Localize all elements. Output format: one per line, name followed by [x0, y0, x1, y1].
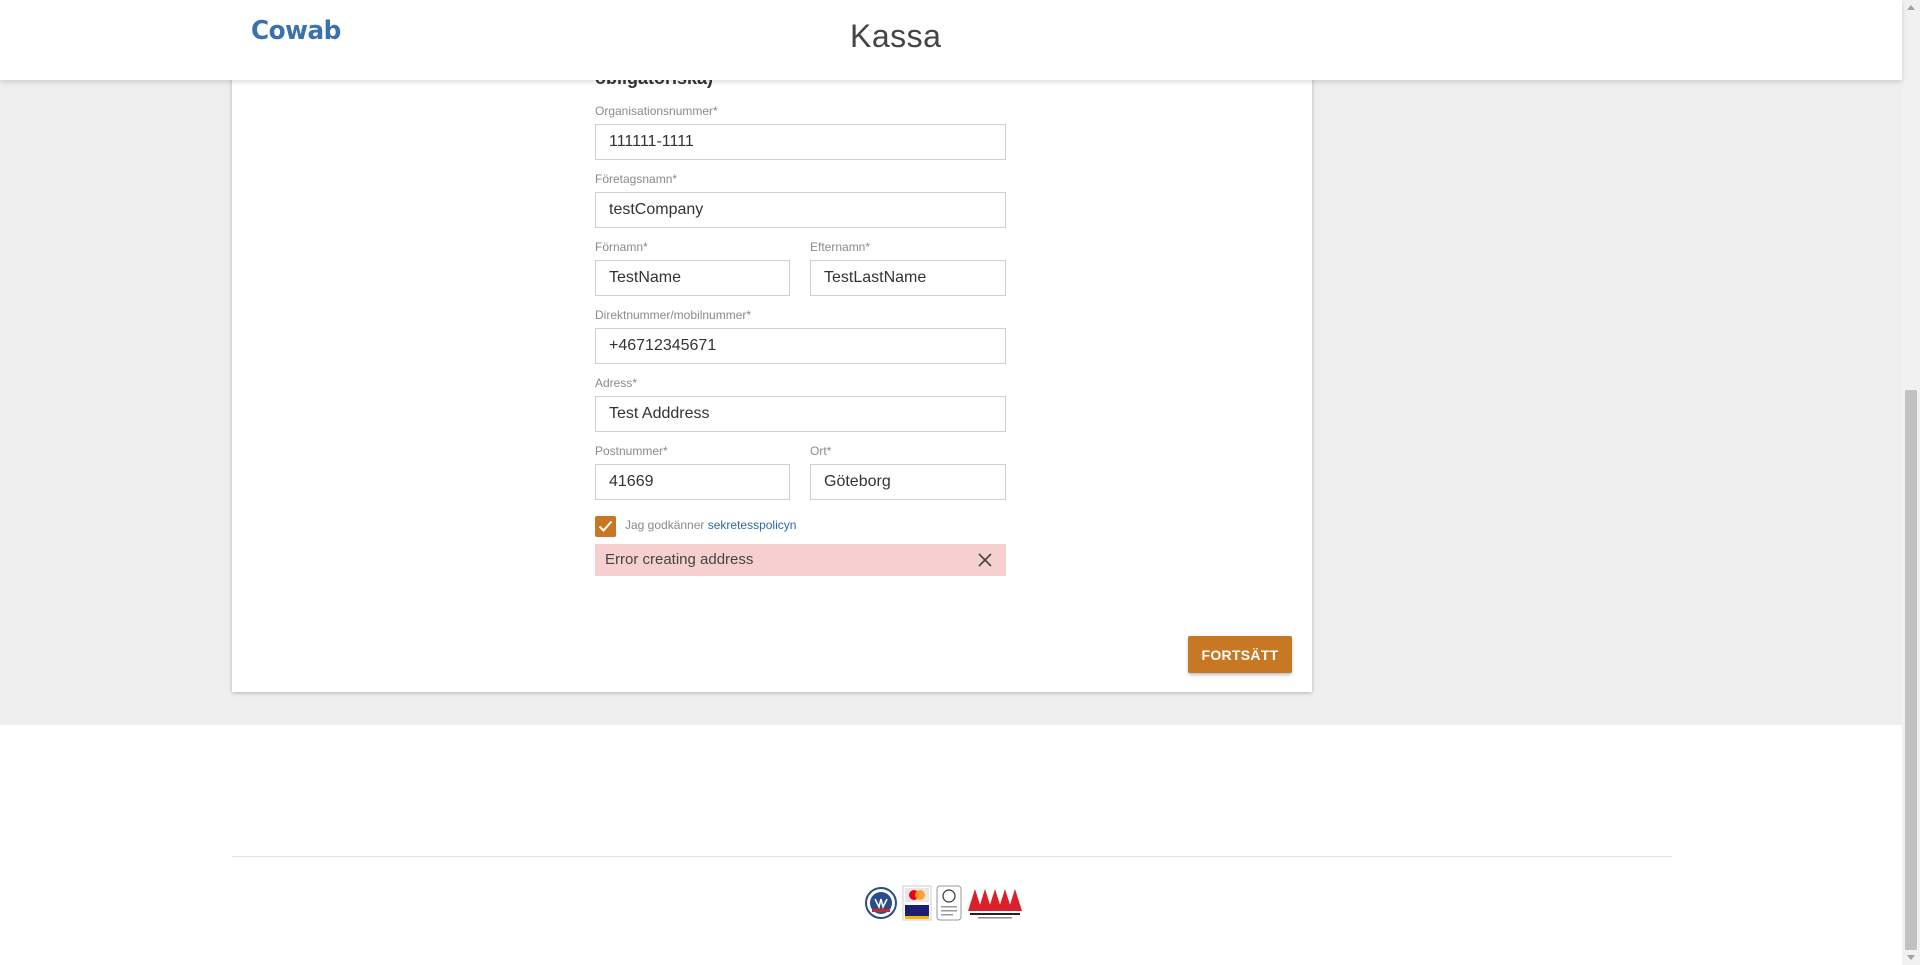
mastercard-visa-icon	[902, 885, 932, 921]
scroll-up-icon[interactable]	[1907, 5, 1915, 10]
checkmark-icon	[598, 520, 613, 532]
last-name-label: Efternamn*	[810, 240, 871, 254]
checkout-card	[232, 70, 1312, 692]
company-name-label: Företagsnamn*	[595, 172, 678, 186]
last-name-field[interactable]	[810, 260, 1006, 296]
org-number-field[interactable]	[595, 124, 1006, 160]
continue-button[interactable]: FORTSÄTT	[1188, 636, 1292, 673]
privacy-policy-link[interactable]: sekretesspolicyn	[708, 518, 797, 532]
aaa-credit-icon	[968, 889, 1022, 919]
address-label: Adress*	[595, 376, 638, 390]
sp-certified-icon	[936, 885, 962, 921]
error-message: Error creating address	[605, 551, 754, 568]
city-field[interactable]	[810, 464, 1006, 500]
org-number-label: Organisationsnummer*	[595, 104, 718, 118]
postal-code-field[interactable]	[595, 464, 790, 500]
error-alert: Error creating address	[595, 544, 1006, 576]
consent-checkbox[interactable]	[595, 516, 616, 537]
company-name-field[interactable]	[595, 192, 1006, 228]
cowab-logo[interactable]: Cowab	[251, 16, 341, 46]
va-badge-icon	[865, 887, 897, 919]
page-title: Kassa	[850, 18, 942, 54]
address-field[interactable]	[595, 396, 1006, 432]
consent-text: Jag godkänner sekretesspolicyn	[625, 518, 796, 532]
phone-field[interactable]	[595, 328, 1006, 364]
first-name-label: Förnamn*	[595, 240, 648, 254]
postal-code-label: Postnummer*	[595, 444, 668, 458]
consent-label: Jag godkänner	[625, 518, 708, 532]
close-icon[interactable]	[978, 553, 992, 567]
first-name-field[interactable]	[595, 260, 790, 296]
scrollbar[interactable]	[1902, 0, 1920, 965]
phone-label: Direktnummer/mobilnummer*	[595, 308, 752, 322]
footer-divider	[232, 856, 1672, 857]
header: Cowab Kassa	[0, 0, 1902, 80]
scroll-down-icon[interactable]	[1907, 955, 1915, 960]
city-label: Ort*	[810, 444, 832, 458]
scrollbar-thumb[interactable]	[1905, 390, 1917, 950]
